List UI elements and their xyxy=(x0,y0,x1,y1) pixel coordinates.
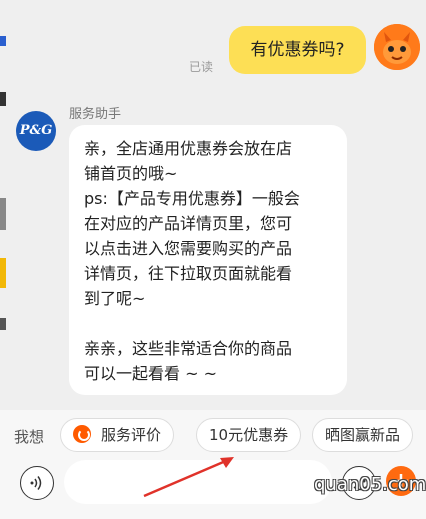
chip-label: 服务评价 xyxy=(101,426,162,444)
chip-coupon[interactable]: 10元优惠券 xyxy=(196,418,302,452)
chat-area: 有优惠券吗? 已读 P&G 服务助手 亲，全店通用优惠券会放在店 铺首页的哦~ … xyxy=(0,0,426,410)
edge-mark xyxy=(0,198,6,230)
sender-name: 服务助手 xyxy=(69,107,122,122)
outgoing-message[interactable]: 有优惠券吗? xyxy=(229,26,366,74)
edge-mark xyxy=(0,258,6,288)
service-rating-icon xyxy=(73,425,91,443)
quick-reply-label: 我想 xyxy=(14,428,45,446)
chip-label: 10元优惠券 xyxy=(209,426,289,444)
user-avatar-icon xyxy=(374,24,420,70)
user-avatar[interactable] xyxy=(374,24,420,70)
voice-icon xyxy=(30,476,42,490)
edge-mark xyxy=(0,92,6,106)
edge-mark xyxy=(0,318,6,330)
watermark: quan05.com xyxy=(314,474,426,495)
annotation-arrow xyxy=(143,457,234,498)
message-paragraph: 亲亲，这些非常适合你的商品 可以一起看看 ~ ~ xyxy=(84,339,293,383)
incoming-message[interactable]: 亲，全店通用优惠券会放在店 铺首页的哦~ ps:【产品专用优惠券】一般会 在对应… xyxy=(69,125,347,395)
read-status: 已读 xyxy=(189,60,214,74)
message-paragraph: 亲，全店通用优惠券会放在店 铺首页的哦~ ps:【产品专用优惠券】一般会 在对应… xyxy=(84,139,300,308)
chip-service-rating[interactable]: 服务评价 xyxy=(60,418,175,452)
quick-reply-bar: 我想 服务评价 10元优惠券 晒图赢新品 xyxy=(0,410,426,458)
edge-mark xyxy=(0,36,6,46)
voice-button[interactable] xyxy=(20,466,54,500)
chip-photo-review[interactable]: 晒图赢新品 xyxy=(312,418,414,452)
service-avatar[interactable]: P&G xyxy=(16,111,56,151)
chip-label: 晒图赢新品 xyxy=(325,426,401,444)
